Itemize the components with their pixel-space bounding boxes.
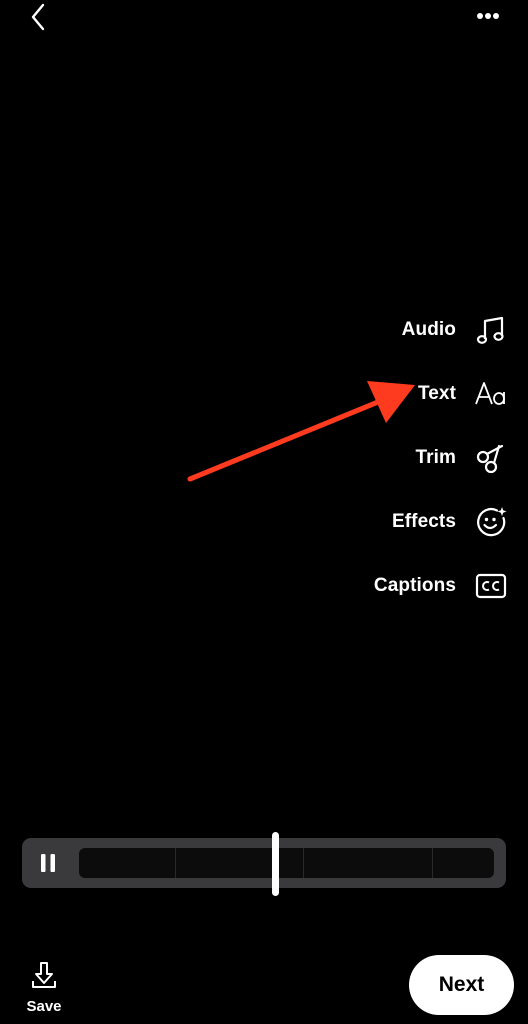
frame-divider	[303, 848, 304, 878]
pause-button[interactable]	[36, 851, 60, 875]
frame-divider	[175, 848, 176, 878]
save-button[interactable]: Save	[18, 960, 70, 1022]
frame-divider	[432, 848, 433, 878]
download-icon	[32, 962, 56, 988]
save-label: Save	[26, 998, 62, 1015]
playhead-handle[interactable]	[272, 832, 279, 896]
pause-icon	[41, 854, 55, 872]
video-timeline[interactable]	[22, 838, 506, 888]
next-button[interactable]: Next	[409, 955, 514, 1015]
timeline-frames[interactable]	[79, 848, 494, 878]
